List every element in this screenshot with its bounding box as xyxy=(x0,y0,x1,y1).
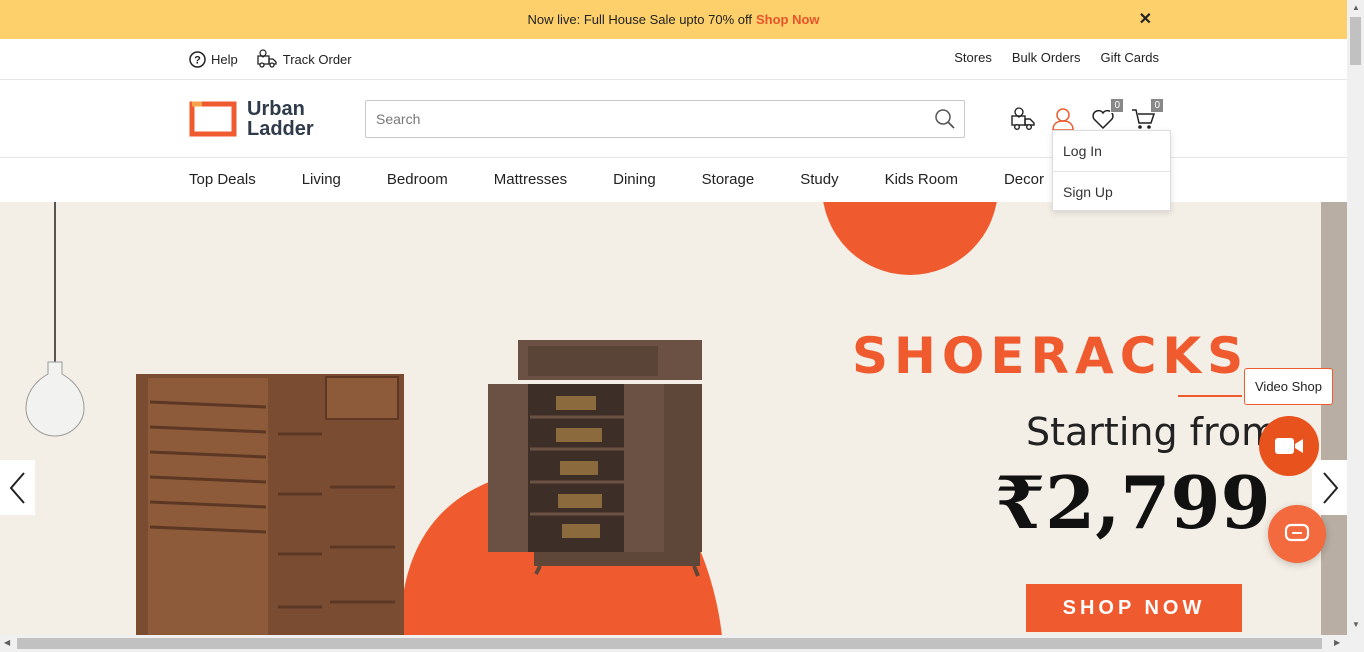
nav-item-study[interactable]: Study xyxy=(800,171,838,188)
nav-item-storage[interactable]: Storage xyxy=(702,171,755,188)
horizontal-scroll-thumb[interactable] xyxy=(17,638,1322,649)
video-shop-tooltip: Video Shop xyxy=(1244,368,1333,405)
hero-price: ₹2,799 xyxy=(995,460,1271,545)
nav-item-bedroom[interactable]: Bedroom xyxy=(387,171,448,188)
nav-item-top-deals[interactable]: Top Deals xyxy=(189,171,256,188)
carousel-next-button[interactable] xyxy=(1312,460,1347,515)
vertical-scroll-thumb[interactable] xyxy=(1350,17,1361,65)
help-label: Help xyxy=(211,51,238,67)
signup-option[interactable]: Sign Up xyxy=(1053,171,1170,211)
nav-item-kids-room[interactable]: Kids Room xyxy=(885,171,958,188)
nav-item-mattresses[interactable]: Mattresses xyxy=(494,171,567,188)
logo-text-line2: Ladder xyxy=(247,118,314,140)
track-order-header-button[interactable] xyxy=(1010,106,1036,132)
scroll-up-arrow-icon[interactable]: ▲ xyxy=(1352,3,1360,12)
horizontal-scrollbar[interactable]: ◀ ▶ xyxy=(0,635,1347,652)
video-shop-button[interactable] xyxy=(1259,416,1319,476)
scroll-down-arrow-icon[interactable]: ▼ xyxy=(1352,620,1360,629)
track-order-link[interactable]: Track Order xyxy=(256,49,352,69)
nav-item-dining[interactable]: Dining xyxy=(613,171,656,188)
login-option[interactable]: Log In xyxy=(1053,131,1170,171)
account-button[interactable] xyxy=(1050,106,1076,132)
promo-bar: Now live: Full House Sale upto 70% off S… xyxy=(0,0,1347,39)
next-slide-preview xyxy=(1321,202,1347,636)
scroll-left-arrow-icon[interactable]: ◀ xyxy=(4,638,10,647)
truck-icon xyxy=(257,49,277,68)
hero-subtitle: Starting from xyxy=(1026,410,1279,454)
bulk-orders-link[interactable]: Bulk Orders xyxy=(1012,50,1081,65)
search-icon[interactable] xyxy=(934,108,956,130)
stores-link[interactable]: Stores xyxy=(954,50,992,65)
nav-item-living[interactable]: Living xyxy=(302,171,341,188)
carousel-prev-button[interactable] xyxy=(0,460,35,515)
help-link[interactable]: ? Help xyxy=(189,49,238,69)
logo-text-line1: Urban xyxy=(247,98,305,120)
chat-button[interactable] xyxy=(1268,505,1326,563)
nav-item-decor[interactable]: Decor xyxy=(1004,171,1044,188)
cart-button[interactable]: 0 xyxy=(1130,98,1164,132)
wishlist-button[interactable]: 0 xyxy=(1090,98,1124,132)
promo-text: Now live: Full House Sale upto 70% off xyxy=(527,12,752,27)
user-icon xyxy=(1052,108,1074,131)
scroll-right-arrow-icon[interactable]: ▶ xyxy=(1334,638,1340,647)
hero-divider xyxy=(1178,395,1242,397)
hero-shop-now-button[interactable]: SHOP NOW xyxy=(1026,584,1242,632)
track-order-label: Track Order xyxy=(282,51,352,67)
wishlist-count-badge: 0 xyxy=(1110,98,1124,113)
hero-banner: SHOERACKS Starting from ₹2,799 SHOP NOW xyxy=(0,202,1347,636)
video-camera-icon xyxy=(1275,438,1303,454)
utility-bar: ? Help Track Order Stores Bulk Orders Gi… xyxy=(0,39,1347,80)
help-icon: ? xyxy=(189,50,206,68)
truck-icon xyxy=(1011,107,1035,131)
chat-icon xyxy=(1284,523,1310,542)
search-input[interactable] xyxy=(366,101,906,137)
logo-mark-icon xyxy=(189,101,237,137)
logo[interactable]: Urban Ladder xyxy=(189,99,314,139)
promo-shop-now-link[interactable]: Shop Now xyxy=(756,12,820,27)
gift-cards-link[interactable]: Gift Cards xyxy=(1100,50,1159,65)
chevron-left-icon xyxy=(9,471,25,504)
vertical-scrollbar[interactable]: ▲ ▼ xyxy=(1347,0,1364,652)
chevron-right-icon xyxy=(1322,471,1338,504)
cart-count-badge: 0 xyxy=(1150,98,1164,113)
svg-text:?: ? xyxy=(194,54,201,66)
hero-title: SHOERACKS xyxy=(852,327,1250,385)
account-dropdown: Log In Sign Up xyxy=(1052,130,1171,211)
search-box xyxy=(365,100,965,138)
close-icon[interactable]: ✕ xyxy=(1139,9,1152,29)
